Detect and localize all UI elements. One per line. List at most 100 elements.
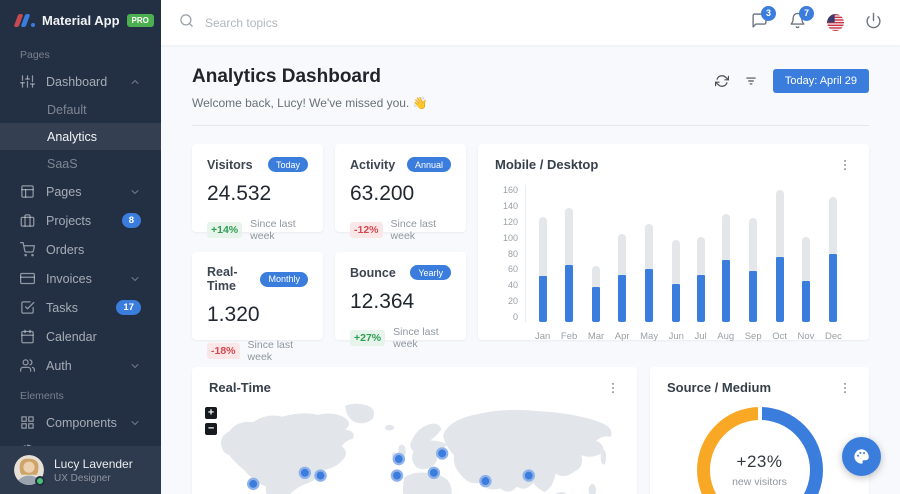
bar-sep[interactable]: Sep (745, 185, 762, 342)
map-marker[interactable] (394, 454, 404, 464)
count-badge: 8 (122, 213, 141, 228)
bar-apr[interactable]: Apr (615, 185, 630, 342)
sidebar-item-tasks[interactable]: Tasks17 (0, 293, 161, 322)
x-tick: Mar (588, 331, 604, 342)
cart-icon (20, 242, 35, 257)
topbar-actions: 3 7 (751, 12, 882, 34)
bar-feb[interactable]: Feb (561, 185, 577, 342)
sidebar-item-pages[interactable]: Pages (0, 177, 161, 206)
sidebar-subitem-default[interactable]: Default (0, 96, 161, 123)
kebab-menu-icon[interactable] (838, 158, 852, 172)
power-button[interactable] (865, 12, 882, 34)
map-marker[interactable] (248, 479, 258, 489)
brand-logo-icon (16, 14, 35, 27)
y-tick: 60 (508, 264, 518, 274)
map-marker[interactable] (392, 470, 402, 480)
card-title: Real-Time (209, 380, 271, 395)
sidebar-item-label: Calendar (46, 330, 97, 344)
theme-settings-fab[interactable] (842, 437, 881, 476)
us-flag-icon (827, 14, 844, 31)
sidebar-item-label: Projects (46, 214, 91, 228)
stat-delta-chip: -12% (350, 222, 383, 238)
messages-button[interactable]: 3 (751, 12, 768, 34)
donut-center-value: +23% (737, 452, 783, 472)
map-zoom-in-button[interactable]: + (205, 407, 217, 419)
stat-period-badge[interactable]: Monthly (260, 272, 308, 287)
map-marker[interactable] (524, 470, 534, 480)
x-tick: Sep (745, 331, 762, 342)
credit-card-icon (20, 271, 35, 286)
bar-jul[interactable]: Jul (695, 185, 707, 342)
x-tick: Jul (695, 331, 707, 342)
stat-card-real-time: Real-TimeMonthly1.320-18%Since last week (192, 252, 323, 340)
bar-aug[interactable]: Aug (717, 185, 734, 342)
bar-jun[interactable]: Jun (669, 185, 684, 342)
bar-jan[interactable]: Jan (535, 185, 550, 342)
main-area: 3 7 (161, 0, 900, 494)
x-tick: Feb (561, 331, 577, 342)
world-map[interactable]: + − (209, 400, 620, 494)
stat-delta-chip: +14% (207, 222, 242, 238)
sidebar-item-orders[interactable]: Orders (0, 235, 161, 264)
sidebar-item-components[interactable]: Components (0, 408, 161, 437)
stat-period-badge[interactable]: Yearly (410, 265, 451, 280)
map-marker[interactable] (315, 470, 325, 480)
realtime-map-card: Real-Time + − (192, 367, 637, 494)
date-button[interactable]: Today: April 29 (773, 69, 869, 93)
sidebar-item-label: Dashboard (46, 75, 107, 89)
y-tick: 40 (508, 280, 518, 290)
stat-value: 24.532 (207, 182, 308, 206)
chevron-down-icon (129, 186, 141, 198)
bar-dec[interactable]: Dec (825, 185, 842, 342)
user-role: UX Designer (54, 473, 133, 484)
sidebar-item-calendar[interactable]: Calendar (0, 322, 161, 351)
language-flag-button[interactable] (827, 14, 844, 31)
filter-icon[interactable] (744, 74, 758, 88)
stat-period-badge[interactable]: Today (268, 157, 308, 172)
kebab-menu-icon[interactable] (606, 381, 620, 395)
chevron-down-icon (129, 360, 141, 372)
chevron-down-icon (129, 417, 141, 429)
divider (192, 125, 869, 126)
bar-nov[interactable]: Nov (798, 185, 815, 342)
mobile-desktop-card: Mobile / Desktop 160140120100806040200 J… (478, 144, 869, 340)
donut-chart: +23% new visitors (697, 407, 823, 494)
bar-mar[interactable]: Mar (588, 185, 604, 342)
power-icon (865, 12, 882, 34)
sidebar-item-dashboard[interactable]: Dashboard (0, 67, 161, 96)
map-marker[interactable] (437, 448, 447, 458)
stat-card-activity: ActivityAnnual63.200-12%Since last week (335, 144, 466, 232)
card-title: Source / Medium (667, 380, 771, 395)
stat-period-badge[interactable]: Annual (407, 157, 451, 172)
notifications-button[interactable]: 7 (789, 12, 806, 34)
search-input[interactable] (205, 16, 425, 30)
map-marker[interactable] (429, 468, 439, 478)
y-tick: 80 (508, 249, 518, 259)
brand[interactable]: Material App PRO (0, 0, 161, 37)
sidebar-subitem-analytics[interactable]: Analytics (0, 123, 161, 150)
sidebar-item-auth[interactable]: Auth (0, 351, 161, 380)
stat-value: 12.364 (350, 290, 451, 314)
sidebar-user[interactable]: Lucy Lavender UX Designer (0, 446, 161, 494)
bar-chart: 160140120100806040200 JanFebMarAprMayJun… (495, 185, 852, 342)
bar-may[interactable]: May (640, 185, 658, 342)
bar-oct[interactable]: Oct (772, 185, 787, 342)
map-zoom-out-button[interactable]: − (205, 423, 217, 435)
sidebar-item-projects[interactable]: Projects 8 (0, 206, 161, 235)
sidebar-subitem-saas[interactable]: SaaS (0, 150, 161, 177)
stat-note: Since last week (393, 326, 451, 350)
messages-badge: 3 (761, 6, 776, 21)
sidebar-section-label: Elements (0, 380, 161, 408)
bar-chart-plot: Jan Feb Mar Apr May Jun Jul Aug Sep Oct Nov Dec (525, 185, 852, 342)
map-marker[interactable] (480, 476, 490, 486)
users-icon (20, 358, 35, 373)
x-tick: Jun (669, 331, 684, 342)
y-tick: 100 (503, 233, 518, 243)
stat-value: 1.320 (207, 303, 308, 327)
sidebar-item-charts[interactable]: Charts (0, 437, 161, 446)
kebab-menu-icon[interactable] (838, 381, 852, 395)
count-badge: 17 (116, 300, 141, 315)
map-marker[interactable] (300, 468, 310, 478)
refresh-icon[interactable] (715, 74, 729, 88)
sidebar-item-invoices[interactable]: Invoices (0, 264, 161, 293)
